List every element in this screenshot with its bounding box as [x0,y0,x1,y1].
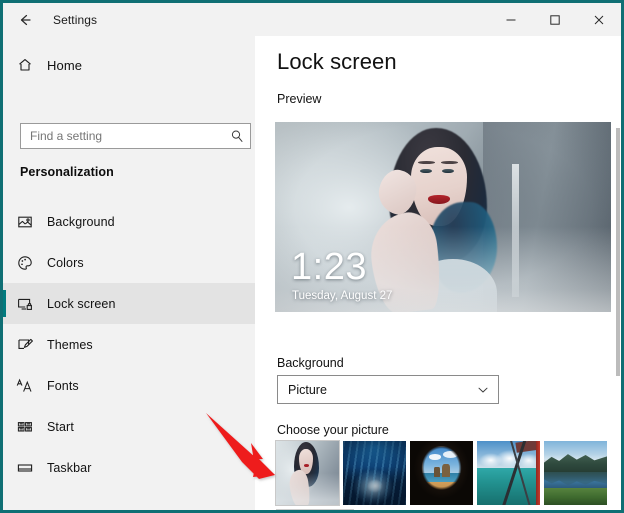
content-scrollbar-track[interactable] [615,36,621,510]
sidebar-item-taskbar[interactable]: Taskbar [3,447,255,488]
thumb-fog [276,441,339,505]
search-input[interactable]: Find a setting [20,123,251,149]
sidebar-nav-list: Background Colors [3,201,255,488]
beach-cave-arch-thumbnail[interactable] [410,441,473,505]
preview-clock-time: 1:23 [291,248,367,286]
selection-indicator [3,290,6,317]
content-scrollbar-thumb[interactable] [616,128,620,376]
settings-window: Settings [0,0,624,513]
back-arrow-icon[interactable] [3,3,47,36]
themes-brush-icon [3,327,47,363]
window-controls [489,3,621,36]
sidebar-item-label: Lock screen [47,297,116,311]
image-icon [3,204,47,240]
sidebar-item-home[interactable]: Home [3,47,255,83]
preview-section-label: Preview [277,92,321,106]
tropical-lagoon-thumbnail[interactable] [477,441,540,505]
start-tiles-icon [3,409,47,445]
mountain-lake-thumbnail[interactable] [544,441,607,505]
sidebar-item-lock-screen[interactable]: Lock screen [3,283,255,324]
background-type-value: Picture [278,383,468,397]
close-button[interactable] [577,3,621,36]
sidebar-section-label: Personalization [20,165,114,179]
sidebar-item-label: Colors [47,256,84,270]
page-title: Lock screen [277,49,397,75]
sidebar-item-label: Themes [47,338,93,352]
search-icon[interactable] [224,124,250,148]
thumb-shading [343,441,406,505]
sidebar-item-themes[interactable]: Themes [3,324,255,365]
sidebar-item-colors[interactable]: Colors [3,242,255,283]
content-area: Lock screen Preview 1:23 T [255,36,621,510]
sidebar-item-fonts[interactable]: Fonts [3,365,255,406]
sidebar: Home Find a setting Personalization [3,36,255,510]
choose-picture-label: Choose your picture [277,423,389,437]
sidebar-item-label: Fonts [47,379,79,393]
thumb-clouds [477,450,540,467]
palette-icon [3,245,47,281]
preview-date-text: Tuesday, August 27 [292,290,392,302]
thumb-edge [536,441,540,505]
sidebar-item-label: Background [47,215,115,229]
search-placeholder: Find a setting [21,129,224,143]
app-title: Settings [53,13,97,27]
sidebar-item-start[interactable]: Start [3,406,255,447]
background-setting-label: Background [277,356,344,370]
lock-screen-preview-image: 1:23 Tuesday, August 27 [275,122,611,312]
browse-button[interactable]: Browse [276,509,354,513]
picture-thumbnail-row [276,441,607,505]
sidebar-item-background[interactable]: Background [3,201,255,242]
thumb-cave-frame [410,441,473,505]
blue-ice-cave-thumbnail[interactable] [343,441,406,505]
sidebar-item-label: Start [47,420,74,434]
maximize-button[interactable] [533,3,577,36]
portrait-woman-thumbnail[interactable] [276,441,339,505]
chevron-down-icon[interactable] [468,376,498,403]
background-type-select[interactable]: Picture [277,375,499,404]
thumb-sky [544,441,607,460]
home-icon [3,47,47,83]
window-client-area: Settings [3,3,621,510]
sidebar-item-label-home: Home [47,58,82,73]
fonts-icon [3,368,47,404]
sidebar-item-label: Taskbar [47,461,91,475]
title-bar: Settings [3,3,621,36]
taskbar-icon [3,450,47,486]
minimize-button[interactable] [489,3,533,36]
thumb-foreground [544,488,607,505]
lock-screen-icon [3,286,47,322]
